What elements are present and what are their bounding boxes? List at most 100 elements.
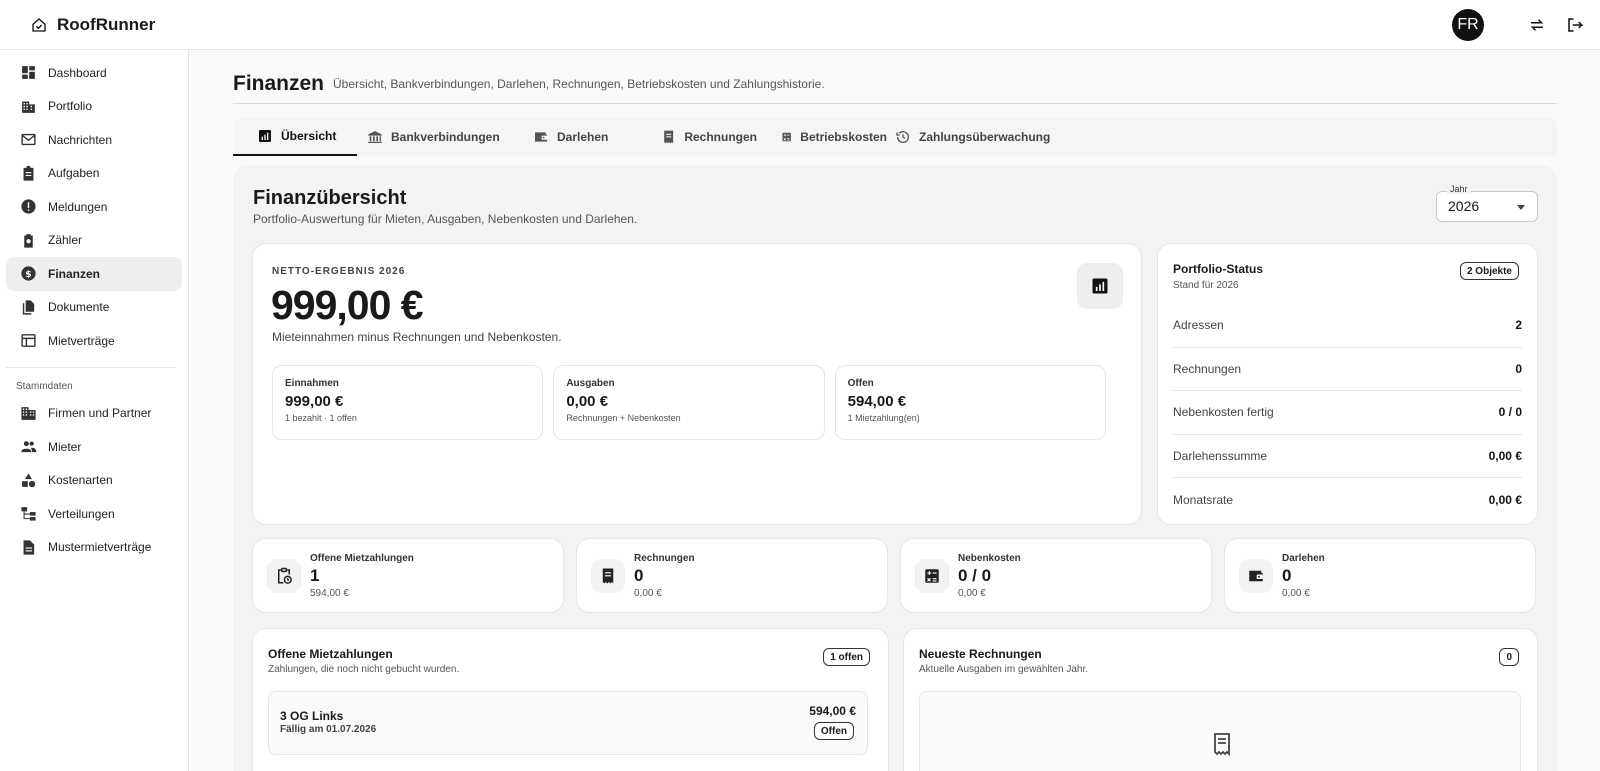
chart-icon — [259, 130, 271, 142]
tab-rechnungen[interactable]: Rechnungen — [637, 118, 757, 156]
sidebar-item-label: Aufgaben — [48, 166, 100, 181]
status-row-label: Adressen — [1173, 318, 1224, 333]
status-row: Darlehenssumme 0,00 € — [1173, 435, 1522, 478]
caret-down-icon — [1517, 205, 1525, 210]
brand[interactable]: RoofRunner — [31, 15, 155, 35]
netto-result-card: NETTO-ERGEBNIS 2026 999,00 € Mieteinnahm… — [252, 243, 1142, 525]
meter-icon — [24, 233, 33, 248]
svg-text:$: $ — [25, 269, 31, 280]
status-row: Nebenkosten fertig 0 / 0 — [1173, 391, 1522, 435]
status-subtitle: Stand für 2026 — [1173, 280, 1239, 291]
sidebar-item-mustermietvertraege[interactable]: Mustermietverträge — [6, 531, 182, 565]
sidebar-item-label: Dokumente — [48, 300, 110, 315]
sidebar-item-nachrichten[interactable]: Nachrichten — [6, 123, 182, 157]
newest-invoices-badge: 0 — [1499, 648, 1519, 666]
payment-due: Fällig am 01.07.2026 — [280, 724, 377, 735]
sidebar-item-label: Meldungen — [48, 199, 108, 214]
sidebar-item-label: Nachrichten — [48, 132, 113, 147]
receipt-icon — [602, 568, 614, 584]
sidebar-item-label: Zähler — [48, 233, 83, 248]
sidebar-item-dokumente[interactable]: Dokumente — [6, 291, 182, 325]
sidebar-item-aufgaben[interactable]: Aufgaben — [6, 157, 182, 191]
tab-uebersicht[interactable]: Übersicht — [233, 118, 357, 156]
mini-label: Ausgaben — [566, 378, 615, 389]
kpi-nebenkosten[interactable]: Nebenkosten 0 / 0 0,00 € — [900, 538, 1212, 613]
open-payments-title: Offene Mietzahlungen — [268, 647, 393, 661]
mini-sub: 1 bezahlt · 1 offen — [285, 413, 357, 423]
receipt-icon — [664, 130, 674, 144]
documents-icon — [22, 300, 35, 315]
home-logo-icon — [32, 17, 46, 32]
mini-ausgaben: Ausgaben 0,00 € Rechnungen + Nebenkosten — [553, 365, 825, 440]
mini-value: 594,00 € — [847, 393, 907, 410]
kpi-offene-mietzahlungen[interactable]: Offene Mietzahlungen 1 594,00 € — [252, 538, 564, 613]
year-select[interactable]: Jahr 2026 — [1436, 184, 1538, 222]
sidebar-divider — [6, 366, 176, 368]
contract-icon — [21, 334, 36, 348]
payment-amount: 594,00 € — [809, 704, 856, 718]
empty-state — [919, 691, 1521, 771]
overview-title: Finanzübersicht — [253, 187, 407, 209]
sidebar-item-dashboard[interactable]: Dashboard — [6, 56, 182, 90]
sidebar-item-verteilungen[interactable]: Verteilungen — [6, 497, 182, 531]
netto-value: 999,00 € — [271, 282, 424, 328]
status-row-value: 0 — [1515, 361, 1522, 376]
sidebar-item-finanzen[interactable]: $ Finanzen — [6, 257, 182, 291]
dollar-icon: $ — [21, 266, 36, 281]
alert-icon — [21, 199, 36, 214]
kpi-value: 1 — [310, 566, 320, 585]
sidebar-item-portfolio[interactable]: Portfolio — [6, 90, 182, 124]
newest-invoices-title: Neueste Rechnungen — [919, 647, 1042, 661]
status-rows: Adressen 2 Rechnungen 0 Nebenkosten fertig… — [1173, 304, 1522, 522]
mini-sub: Rechnungen + Nebenkosten — [566, 413, 681, 423]
year-select-label: Jahr — [1447, 184, 1471, 194]
netto-chart-badge — [1077, 263, 1123, 309]
overview-panel: Finanzübersicht Portfolio-Auswertung für… — [233, 166, 1557, 771]
newest-invoices-subtitle: Aktuelle Ausgaben im gewählten Jahr. — [919, 664, 1088, 675]
payment-status-badge: Offen — [813, 722, 854, 740]
tab-bankverbindungen[interactable]: Bankverbindungen — [357, 118, 523, 156]
history-icon — [896, 131, 909, 143]
kpi-label: Darlehen — [1282, 553, 1325, 564]
sidebar-item-mietvertraege[interactable]: Mietverträge — [6, 324, 182, 358]
open-payments-subtitle: Zahlungen, die noch nicht gebucht wurden… — [268, 664, 460, 675]
mini-einnahmen: Einnahmen 999,00 € 1 bezahlt · 1 offen — [272, 365, 544, 440]
tab-zahlungsueberwachung[interactable]: Zahlungsüberwachung — [887, 118, 1057, 156]
logout-icon[interactable] — [1566, 16, 1584, 34]
sidebar-item-mieter[interactable]: Mieter — [6, 430, 182, 464]
tab-bar: Übersicht Bankverbindungen Darlehen Rech… — [233, 118, 1557, 156]
sidebar-item-kostenarten[interactable]: Kostenarten — [6, 464, 182, 498]
status-row-label: Monatsrate — [1173, 492, 1234, 507]
open-payments-badge: 1 offen — [823, 648, 870, 666]
tab-label: Betriebskosten — [800, 130, 887, 144]
sidebar: Dashboard Portfolio Nachrichten Aufgaben… — [0, 50, 189, 771]
mini-sub: 1 Mietzahlung(en) — [847, 413, 920, 423]
sidebar-item-label: Mustermietverträge — [48, 540, 152, 555]
template-icon — [23, 540, 35, 555]
receipt-icon — [1214, 733, 1230, 756]
shapes-icon — [22, 473, 36, 487]
tab-darlehen[interactable]: Darlehen — [523, 118, 637, 156]
list-item[interactable]: 3 OG Links Fällig am 01.07.2026 594,00 €… — [268, 691, 868, 755]
status-row-label: Nebenkosten fertig — [1173, 405, 1274, 420]
status-row-value: 2 — [1515, 318, 1522, 333]
page-title: Finanzen — [233, 71, 325, 95]
sidebar-item-meldungen[interactable]: Meldungen — [6, 190, 182, 224]
kpi-sub: 0,00 € — [958, 588, 986, 599]
sidebar-item-firmen[interactable]: Firmen und Partner — [6, 397, 182, 431]
tab-label: Rechnungen — [684, 130, 757, 144]
status-row-value: 0 / 0 — [1498, 405, 1522, 420]
avatar[interactable]: FR — [1452, 9, 1484, 41]
newest-invoices-card: Neueste Rechnungen Aktuelle Ausgaben im … — [903, 628, 1538, 771]
page-subtitle: Übersicht, Bankverbindungen, Darlehen, R… — [333, 76, 825, 91]
switch-icon[interactable] — [1528, 16, 1546, 34]
people-icon — [21, 441, 37, 453]
mail-icon — [21, 134, 36, 146]
tab-betriebskosten[interactable]: Betriebskosten — [757, 118, 887, 156]
sidebar-item-label: Dashboard — [48, 65, 107, 80]
sidebar-item-zaehler[interactable]: Zähler — [6, 224, 182, 258]
sidebar-item-label: Verteilungen — [48, 506, 115, 521]
kpi-darlehen[interactable]: Darlehen 0 0,00 € — [1224, 538, 1536, 613]
kpi-rechnungen[interactable]: Rechnungen 0 0,00 € — [576, 538, 888, 613]
kpi-sub: 0,00 € — [1282, 588, 1310, 599]
